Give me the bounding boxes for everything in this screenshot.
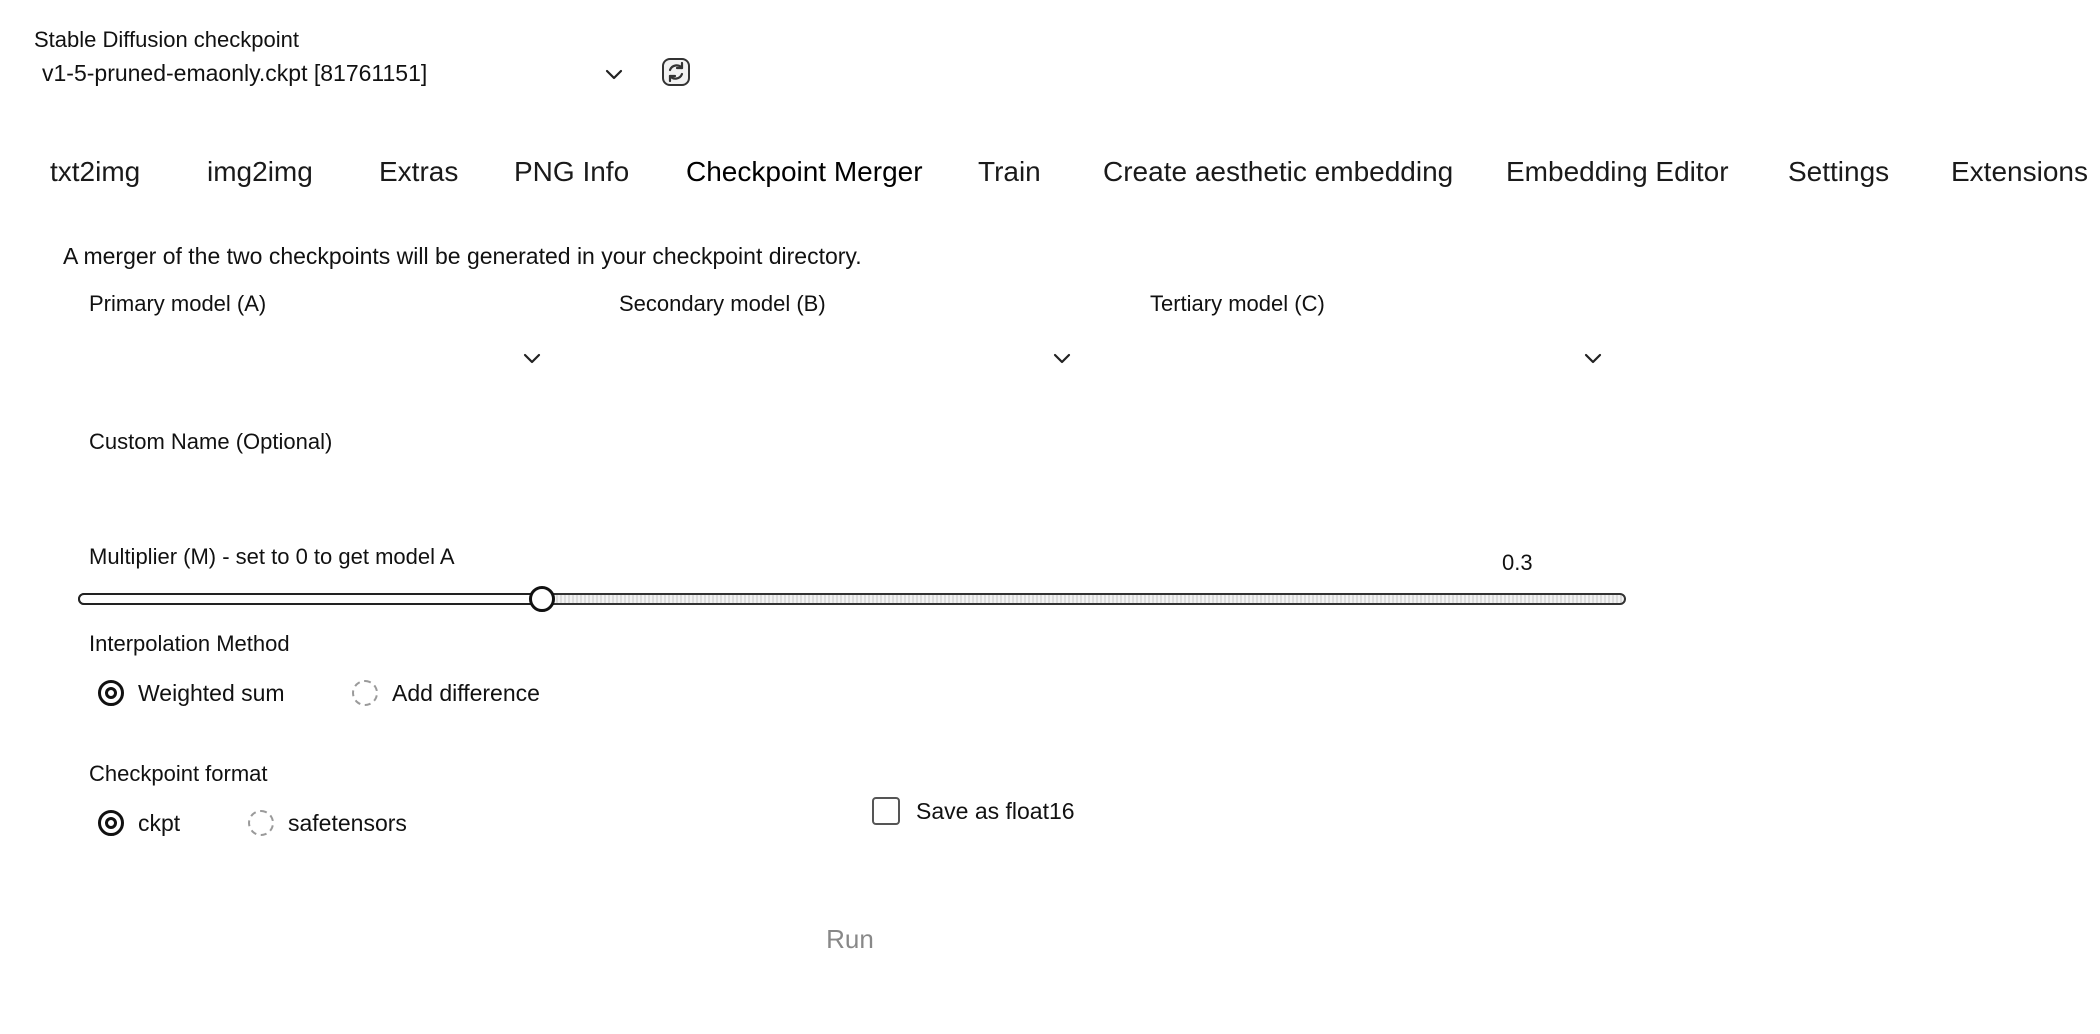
checkbox-box [872, 797, 900, 825]
merger-description: A merger of the two checkpoints will be … [63, 243, 862, 269]
radio-label: safetensors [288, 810, 407, 836]
save-float16-checkbox[interactable]: Save as float16 [872, 794, 1075, 828]
tab-create-aesthetic-embedding[interactable]: Create aesthetic embedding [1103, 152, 1453, 192]
interpolation-method-label: Interpolation Method [89, 631, 290, 656]
multiplier-value[interactable]: 0.3 [1502, 548, 1533, 578]
custom-name-label: Custom Name (Optional) [89, 429, 333, 454]
chevron-down-icon [520, 346, 544, 370]
tab-train[interactable]: Train [978, 152, 1041, 192]
radio-unchecked-icon [248, 810, 274, 836]
tab-png-info[interactable]: PNG Info [514, 152, 629, 192]
refresh-icon [662, 58, 690, 86]
chevron-down-icon [1581, 346, 1605, 370]
save-float16-label: Save as float16 [916, 798, 1075, 824]
tab-txt2img[interactable]: txt2img [50, 152, 140, 192]
radio-label: Add difference [392, 680, 540, 706]
tab-extras[interactable]: Extras [379, 152, 458, 192]
radio-weighted-sum[interactable]: Weighted sum [98, 676, 285, 710]
multiplier-slider[interactable] [78, 586, 1626, 614]
refresh-button[interactable] [660, 56, 692, 88]
radio-add-difference[interactable]: Add difference [352, 676, 540, 710]
tab-checkpoint-merger[interactable]: Checkpoint Merger [686, 152, 923, 192]
tertiary-model-label: Tertiary model (C) [1150, 291, 1325, 316]
tab-extensions[interactable]: Extensions [1951, 152, 2088, 192]
secondary-model-dropdown[interactable] [618, 338, 1074, 378]
checkpoint-selected-value: v1-5-pruned-emaonly.ckpt [81761151] [42, 60, 428, 86]
checkpoint-dropdown[interactable]: v1-5-pruned-emaonly.ckpt [81761151] [34, 56, 623, 92]
radio-checked-icon [98, 810, 124, 836]
tab-img2img[interactable]: img2img [207, 152, 313, 192]
primary-model-dropdown[interactable] [88, 338, 544, 378]
radio-ckpt[interactable]: ckpt [98, 806, 180, 840]
radio-unchecked-icon [352, 680, 378, 706]
primary-model-label: Primary model (A) [89, 291, 267, 316]
slider-thumb[interactable] [529, 586, 556, 612]
radio-checked-icon [98, 680, 124, 706]
custom-name-input[interactable] [88, 466, 1632, 508]
slider-fill [78, 593, 543, 605]
radio-safetensors[interactable]: safetensors [248, 806, 407, 840]
checkpoint-format-label: Checkpoint format [89, 761, 268, 786]
chevron-down-icon [1050, 346, 1074, 370]
tab-settings[interactable]: Settings [1788, 152, 1889, 192]
radio-label: Weighted sum [138, 680, 285, 706]
run-button[interactable]: Run [780, 914, 920, 964]
secondary-model-label: Secondary model (B) [619, 291, 826, 316]
chevron-down-icon [602, 62, 626, 86]
tertiary-model-dropdown[interactable] [1149, 338, 1605, 378]
tab-embedding-editor[interactable]: Embedding Editor [1506, 152, 1729, 192]
radio-label: ckpt [138, 810, 181, 836]
multiplier-label: Multiplier (M) - set to 0 to get model A [89, 544, 455, 569]
checkpoint-label: Stable Diffusion checkpoint [34, 27, 299, 52]
